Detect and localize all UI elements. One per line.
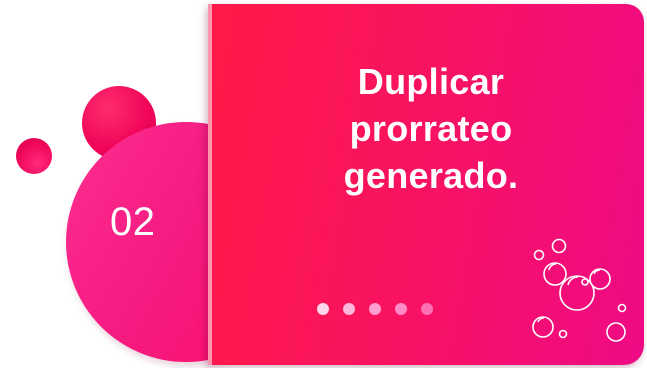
pager-dots	[317, 303, 433, 315]
step-number: 02	[110, 200, 156, 244]
card-title: Duplicar prorrateo generado.	[268, 58, 594, 199]
pager-dot	[317, 303, 329, 315]
slide: 02 Duplicar prorrateo generado.	[0, 0, 647, 368]
pager-dot	[369, 303, 381, 315]
title-line: Duplicar	[357, 61, 505, 102]
pager-dot	[395, 303, 407, 315]
pager-dot	[421, 303, 433, 315]
pager-dot	[343, 303, 355, 315]
title-card: Duplicar prorrateo generado.	[208, 4, 644, 365]
title-line: prorrateo	[349, 108, 513, 149]
title-line: generado.	[343, 155, 519, 196]
bubbles-icon	[532, 238, 627, 342]
decorative-dot	[16, 138, 52, 174]
